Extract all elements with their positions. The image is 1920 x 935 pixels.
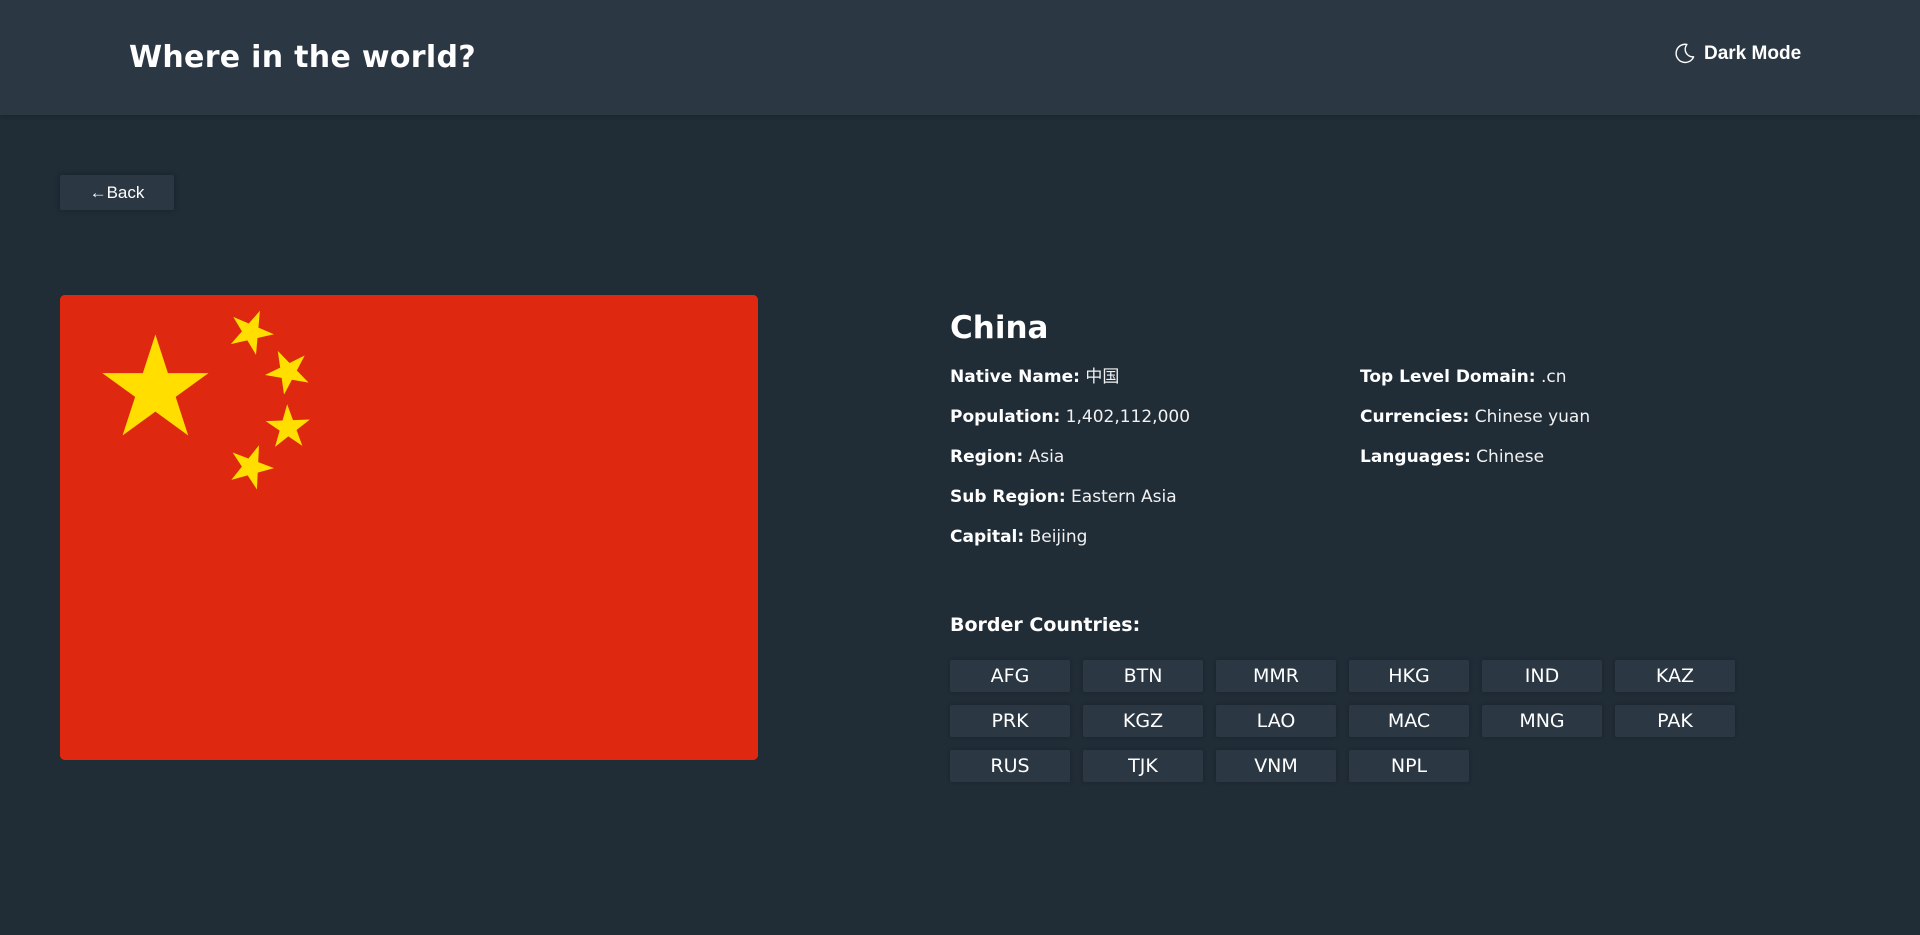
sub-region-row: Sub Region: Eastern Asia bbox=[950, 487, 1360, 507]
top-level-domain-value: .cn bbox=[1540, 367, 1567, 387]
border-countries-label: Border Countries: bbox=[950, 614, 1141, 636]
currencies-label: Currencies: bbox=[1360, 407, 1470, 427]
details-left-column: Native Name: 中国 Population: 1,402,112,00… bbox=[950, 367, 1360, 567]
border-country-chip[interactable]: IND bbox=[1482, 660, 1602, 692]
currencies-row: Currencies: Chinese yuan bbox=[1360, 407, 1770, 427]
border-country-chip[interactable]: MNG bbox=[1482, 705, 1602, 737]
details-right-column: Top Level Domain: .cn Currencies: Chines… bbox=[1360, 367, 1770, 567]
population-label: Population: bbox=[950, 407, 1061, 427]
top-header: Where in the world? Dark Mode bbox=[0, 0, 1920, 115]
border-country-chip[interactable]: RUS bbox=[950, 750, 1070, 782]
china-flag-image bbox=[60, 295, 758, 760]
back-button[interactable]: ←Back bbox=[60, 175, 174, 210]
dark-mode-label: Dark Mode bbox=[1704, 42, 1802, 64]
border-country-chip[interactable]: KAZ bbox=[1615, 660, 1735, 692]
native-name-label: Native Name: bbox=[950, 367, 1080, 387]
top-level-domain-row: Top Level Domain: .cn bbox=[1360, 367, 1770, 387]
languages-value: Chinese bbox=[1476, 447, 1545, 467]
dark-mode-toggle[interactable]: Dark Mode bbox=[1673, 42, 1801, 65]
border-country-chip[interactable]: MAC bbox=[1349, 705, 1469, 737]
sub-region-label: Sub Region: bbox=[950, 487, 1066, 507]
border-country-chip[interactable]: KGZ bbox=[1083, 705, 1203, 737]
country-flag bbox=[60, 295, 758, 760]
capital-label: Capital: bbox=[950, 527, 1025, 547]
border-country-chip[interactable]: PRK bbox=[950, 705, 1070, 737]
border-countries-list: AFG BTN MMR HKG IND KAZ PRK KGZ LAO MAC … bbox=[950, 660, 1750, 795]
native-name-row: Native Name: 中国 bbox=[950, 367, 1360, 387]
back-button-label: ←Back bbox=[89, 182, 145, 202]
population-row: Population: 1,402,112,000 bbox=[950, 407, 1360, 427]
border-country-chip[interactable]: VNM bbox=[1216, 750, 1336, 782]
border-country-chip[interactable]: BTN bbox=[1083, 660, 1203, 692]
app-title: Where in the world? bbox=[129, 40, 476, 75]
moon-icon bbox=[1675, 43, 1695, 64]
border-country-chip[interactable]: NPL bbox=[1349, 750, 1469, 782]
top-level-domain-label: Top Level Domain: bbox=[1360, 367, 1536, 387]
native-name-value: 中国 bbox=[1085, 367, 1120, 387]
border-country-chip[interactable]: PAK bbox=[1615, 705, 1735, 737]
border-country-chip[interactable]: AFG bbox=[950, 660, 1070, 692]
border-country-chip[interactable]: MMR bbox=[1216, 660, 1336, 692]
languages-label: Languages: bbox=[1360, 447, 1471, 467]
border-country-chip[interactable]: TJK bbox=[1083, 750, 1203, 782]
languages-row: Languages: Chinese bbox=[1360, 447, 1770, 467]
country-details: China Native Name: 中国 Population: 1,402,… bbox=[950, 310, 1770, 567]
currencies-value: Chinese yuan bbox=[1474, 407, 1591, 427]
capital-row: Capital: Beijing bbox=[950, 527, 1360, 547]
country-name: China bbox=[950, 310, 1049, 346]
capital-value: Beijing bbox=[1029, 527, 1088, 547]
region-label: Region: bbox=[950, 447, 1024, 467]
border-country-chip[interactable]: LAO bbox=[1216, 705, 1336, 737]
sub-region-value: Eastern Asia bbox=[1071, 487, 1177, 507]
region-row: Region: Asia bbox=[950, 447, 1360, 467]
region-value: Asia bbox=[1028, 447, 1065, 467]
population-value: 1,402,112,000 bbox=[1065, 407, 1191, 427]
border-country-chip[interactable]: HKG bbox=[1349, 660, 1469, 692]
